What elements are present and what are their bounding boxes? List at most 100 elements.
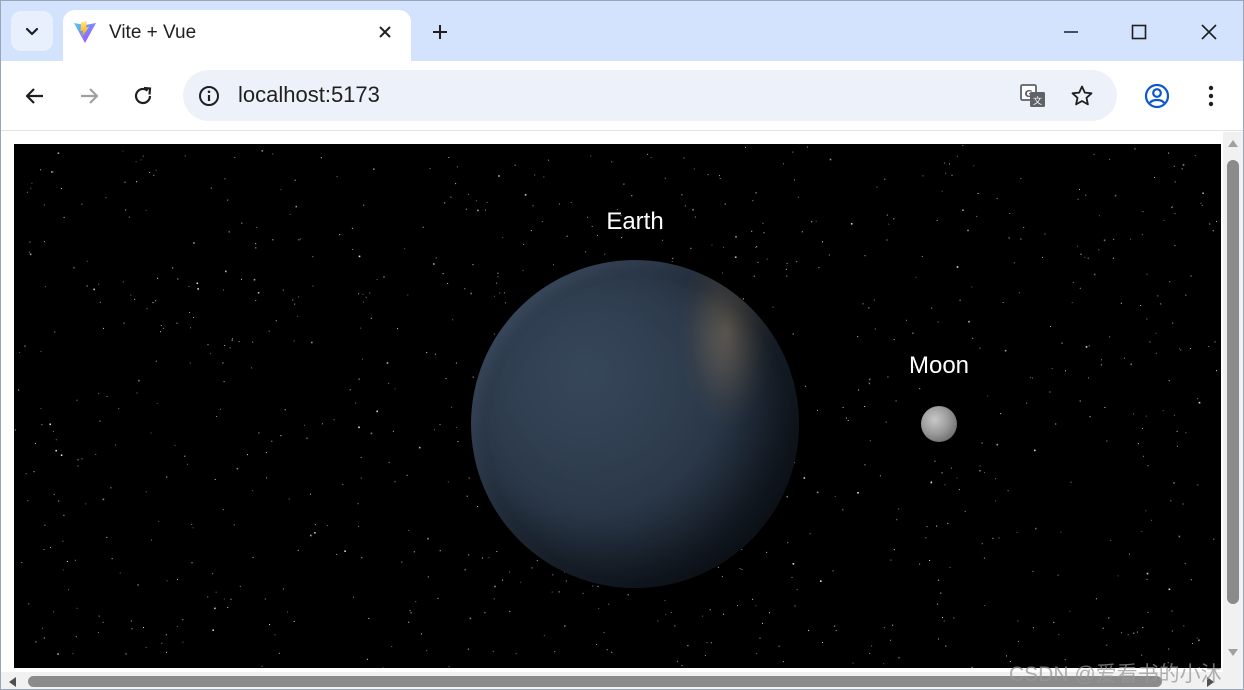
star xyxy=(769,612,770,614)
star xyxy=(333,419,335,421)
menu-button[interactable] xyxy=(1193,78,1229,114)
star xyxy=(321,423,323,425)
star xyxy=(719,178,721,179)
star xyxy=(739,568,741,569)
star xyxy=(919,563,921,565)
star xyxy=(351,227,353,229)
star xyxy=(621,237,623,239)
vertical-scrollbar[interactable] xyxy=(1223,132,1243,672)
star xyxy=(979,465,981,467)
horizontal-scrollbar-thumb[interactable] xyxy=(28,676,1162,687)
address-bar[interactable]: localhost:5173 G 文 xyxy=(183,70,1117,121)
star xyxy=(410,612,412,614)
star xyxy=(42,627,43,629)
star xyxy=(1180,349,1182,351)
scroll-left-arrow-icon[interactable] xyxy=(7,676,17,688)
back-button[interactable] xyxy=(17,78,53,114)
star xyxy=(1198,639,1200,642)
account-icon xyxy=(1144,83,1170,109)
star xyxy=(1077,198,1079,200)
tab-close-button[interactable] xyxy=(373,20,397,44)
translate-button[interactable]: G 文 xyxy=(1017,80,1049,112)
star xyxy=(1145,415,1147,417)
star xyxy=(247,454,248,456)
url-text[interactable]: localhost:5173 xyxy=(238,82,380,108)
star xyxy=(981,442,983,444)
star xyxy=(224,178,226,180)
star xyxy=(1016,531,1018,533)
star xyxy=(1085,346,1088,348)
star xyxy=(947,522,949,524)
star xyxy=(401,561,403,563)
star xyxy=(967,229,969,232)
star xyxy=(156,402,158,404)
moon-sphere xyxy=(921,406,957,442)
star xyxy=(376,410,378,413)
star xyxy=(505,302,506,304)
star xyxy=(264,598,266,600)
star xyxy=(1216,370,1217,372)
new-tab-button[interactable] xyxy=(425,17,455,47)
star xyxy=(1089,416,1091,418)
minimize-button[interactable] xyxy=(1054,15,1088,49)
star xyxy=(1088,377,1089,379)
arrow-right-icon xyxy=(81,88,99,104)
star xyxy=(1020,178,1022,180)
bookmark-button[interactable] xyxy=(1066,80,1098,112)
maximize-button[interactable] xyxy=(1122,15,1156,49)
star xyxy=(792,333,794,335)
star xyxy=(152,302,154,304)
star xyxy=(30,187,32,189)
star xyxy=(135,161,137,163)
star xyxy=(1032,377,1033,379)
star xyxy=(886,214,888,216)
star xyxy=(962,209,964,211)
star xyxy=(189,362,191,364)
reload-button[interactable] xyxy=(125,78,161,114)
three-canvas[interactable]: Earth Moon xyxy=(14,144,1221,668)
profile-button[interactable] xyxy=(1139,78,1175,114)
star xyxy=(111,558,113,560)
star xyxy=(1087,257,1089,259)
close-window-button[interactable] xyxy=(1192,15,1226,49)
star xyxy=(987,395,989,397)
star xyxy=(295,205,298,208)
star xyxy=(1020,238,1022,240)
scroll-down-arrow-icon[interactable] xyxy=(1227,648,1239,658)
scroll-up-arrow-icon[interactable] xyxy=(1227,138,1239,148)
star xyxy=(809,533,811,535)
tab-active[interactable]: Vite + Vue xyxy=(63,10,411,61)
star xyxy=(998,537,1000,539)
star xyxy=(62,569,64,571)
star xyxy=(1098,215,1100,217)
star xyxy=(166,580,168,582)
star xyxy=(1057,574,1059,576)
star xyxy=(1171,630,1173,632)
star xyxy=(898,657,900,659)
star xyxy=(818,267,820,269)
star xyxy=(929,560,931,561)
star xyxy=(368,618,370,619)
star xyxy=(530,230,532,232)
star xyxy=(397,328,398,330)
star xyxy=(886,239,888,241)
forward-button[interactable] xyxy=(71,78,107,114)
star xyxy=(58,500,60,502)
star xyxy=(191,523,193,525)
star xyxy=(850,223,853,225)
star xyxy=(786,275,788,277)
star xyxy=(1079,400,1081,402)
star xyxy=(1185,432,1187,434)
star xyxy=(627,594,629,596)
star xyxy=(1209,223,1211,225)
vertical-scrollbar-thumb[interactable] xyxy=(1227,160,1239,604)
tab-search-button[interactable] xyxy=(11,11,53,51)
star xyxy=(782,661,784,663)
star xyxy=(272,153,274,155)
star xyxy=(134,298,136,300)
star xyxy=(536,560,538,562)
site-info-button[interactable] xyxy=(195,82,223,110)
star xyxy=(118,408,120,410)
star xyxy=(972,337,974,339)
star xyxy=(971,286,973,288)
